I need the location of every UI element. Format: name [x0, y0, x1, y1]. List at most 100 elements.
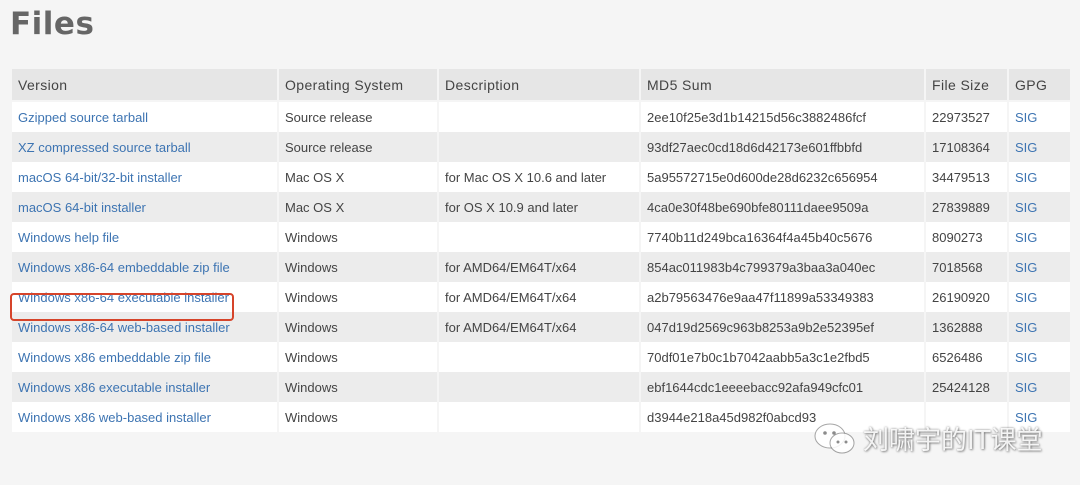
- file-size-cell: 26190920: [924, 282, 1009, 312]
- description-cell: for AMD64/EM64T/x64: [437, 312, 641, 342]
- gpg-sig-link[interactable]: SIG: [1015, 350, 1037, 365]
- os-cell: Source release: [277, 101, 439, 132]
- md5-cell: d3944e218a45d982f0abcd93: [647, 409, 817, 425]
- table-row: Windows help file Windows 7740b11d249bca16…: [10, 222, 1072, 252]
- version-link[interactable]: Gzipped source tarball: [18, 110, 148, 125]
- md5-cell: 70df01e7b0c1b7042aabb5a3c1e2fbd5: [639, 342, 926, 372]
- column-header-os: Operating System: [277, 69, 439, 102]
- version-link[interactable]: Windows help file: [18, 230, 119, 245]
- description-cell: for Mac OS X 10.6 and later: [437, 162, 641, 192]
- md5-cell: 4ca0e30f48be690bfe80111daee9509a: [639, 192, 926, 222]
- table-row: macOS 64-bit installer Mac OS X for OS X 1…: [10, 192, 1072, 222]
- description-cell: [437, 222, 641, 252]
- os-cell: Windows: [277, 282, 439, 312]
- gpg-sig-link[interactable]: SIG: [1015, 320, 1037, 335]
- table-row: Windows x86-64 web-based installer Window…: [10, 312, 1072, 342]
- description-cell: for OS X 10.9 and later: [445, 199, 578, 215]
- os-cell: Source release: [277, 132, 439, 162]
- version-cell: macOS 64-bit/32-bit installer: [10, 162, 279, 192]
- file-size-cell: 8090273: [932, 229, 983, 245]
- version-cell: Gzipped source tarball: [10, 101, 279, 132]
- table-row: Windows x86-64 embeddable zip file Window…: [10, 252, 1072, 282]
- file-size-cell: 8090273: [924, 222, 1009, 252]
- os-cell: Windows: [285, 289, 338, 305]
- file-size-cell: 22973527: [932, 109, 990, 125]
- gpg-cell: SIG: [1007, 282, 1072, 312]
- os-cell: Windows: [277, 252, 439, 282]
- md5-cell: 047d19d2569c963b8253a9b2e52395ef: [647, 319, 875, 335]
- gpg-cell: SIG: [1007, 372, 1072, 402]
- md5-cell: 854ac011983b4c799379a3baa3a040ec: [647, 259, 876, 275]
- os-cell: Mac OS X: [285, 199, 345, 215]
- os-cell: Windows: [285, 409, 338, 425]
- file-size-cell: 7018568: [932, 259, 983, 275]
- version-link[interactable]: Windows x86 embeddable zip file: [18, 350, 211, 365]
- description-cell: for OS X 10.9 and later: [437, 192, 641, 222]
- file-size-cell: 25424128: [924, 372, 1009, 402]
- column-header-description: Description: [437, 69, 641, 102]
- description-cell: [437, 132, 641, 162]
- md5-cell: 4ca0e30f48be690bfe80111daee9509a: [647, 199, 869, 215]
- gpg-cell: SIG: [1007, 342, 1072, 372]
- gpg-sig-link[interactable]: SIG: [1015, 290, 1037, 305]
- version-cell: Windows x86 executable installer: [10, 372, 279, 402]
- version-cell: XZ compressed source tarball: [10, 132, 279, 162]
- gpg-sig-link[interactable]: SIG: [1015, 140, 1037, 155]
- md5-cell: 7740b11d249bca16364f4a45b40c5676: [639, 222, 926, 252]
- file-size-cell: [924, 402, 1009, 432]
- file-size-cell: 34479513: [932, 169, 990, 185]
- os-cell: Windows: [277, 372, 439, 402]
- os-cell: Source release: [285, 139, 373, 155]
- table-row: Windows x86-64 executable installer Windo…: [10, 282, 1072, 312]
- description-cell: [437, 402, 641, 432]
- version-link[interactable]: Windows x86-64 embeddable zip file: [18, 260, 230, 275]
- md5-cell: 93df27aec0cd18d6d42173e601ffbbfd: [647, 139, 863, 155]
- gpg-cell: SIG: [1007, 101, 1072, 132]
- table-row: Windows x86 web-based installer Windows d3…: [10, 402, 1072, 432]
- version-link[interactable]: Windows x86-64 web-based installer: [18, 320, 230, 335]
- md5-cell: a2b79563476e9aa47f11899a53349383: [639, 282, 926, 312]
- md5-cell: a2b79563476e9aa47f11899a53349383: [647, 289, 874, 305]
- gpg-sig-link[interactable]: SIG: [1015, 170, 1037, 185]
- description-cell: [437, 342, 641, 372]
- version-link[interactable]: macOS 64-bit/32-bit installer: [18, 170, 182, 185]
- os-cell: Windows: [285, 319, 338, 335]
- md5-cell: ebf1644cdc1eeeebacc92afa949cfc01: [647, 379, 864, 395]
- gpg-cell: SIG: [1007, 312, 1072, 342]
- md5-cell: 2ee10f25e3d1b14215d56c3882486fcf: [639, 101, 926, 132]
- table-row: Windows x86 embeddable zip file Windows 70…: [10, 342, 1072, 372]
- gpg-cell: SIG: [1007, 192, 1072, 222]
- gpg-sig-link[interactable]: SIG: [1015, 410, 1037, 425]
- version-link[interactable]: XZ compressed source tarball: [18, 140, 191, 155]
- gpg-sig-link[interactable]: SIG: [1015, 110, 1037, 125]
- version-link[interactable]: Windows x86-64 executable installer: [18, 290, 229, 305]
- page-title: Files: [10, 6, 95, 42]
- version-cell: Windows x86-64 embeddable zip file: [10, 252, 279, 282]
- md5-cell: 93df27aec0cd18d6d42173e601ffbbfd: [639, 132, 926, 162]
- version-link[interactable]: Windows x86 web-based installer: [18, 410, 211, 425]
- gpg-sig-link[interactable]: SIG: [1015, 260, 1037, 275]
- description-cell: for Mac OS X 10.6 and later: [445, 169, 607, 185]
- gpg-sig-link[interactable]: SIG: [1015, 230, 1037, 245]
- table-row: macOS 64-bit/32-bit installer Mac OS X for…: [10, 162, 1072, 192]
- file-size-cell: 6526486: [924, 342, 1009, 372]
- files-table: Version Operating System Description MD5…: [10, 69, 1072, 432]
- file-size-cell: 7018568: [924, 252, 1009, 282]
- os-cell: Windows: [277, 402, 439, 432]
- md5-cell: 7740b11d249bca16364f4a45b40c5676: [647, 229, 873, 245]
- version-cell: macOS 64-bit installer: [10, 192, 279, 222]
- md5-cell: d3944e218a45d982f0abcd93: [639, 402, 926, 432]
- gpg-sig-link[interactable]: SIG: [1015, 380, 1037, 395]
- description-cell: [437, 372, 641, 402]
- os-cell: Windows: [285, 229, 338, 245]
- file-size-cell: 25424128: [932, 379, 990, 395]
- table-row: Windows x86 executable installer Windows e…: [10, 372, 1072, 402]
- os-cell: Mac OS X: [285, 169, 345, 185]
- version-link[interactable]: macOS 64-bit installer: [18, 200, 146, 215]
- table-header-row: Version Operating System Description MD5…: [10, 69, 1072, 102]
- os-cell: Windows: [277, 312, 439, 342]
- gpg-sig-link[interactable]: SIG: [1015, 200, 1037, 215]
- gpg-cell: SIG: [1007, 252, 1072, 282]
- version-link[interactable]: Windows x86 executable installer: [18, 380, 210, 395]
- description-cell: for AMD64/EM64T/x64: [437, 252, 641, 282]
